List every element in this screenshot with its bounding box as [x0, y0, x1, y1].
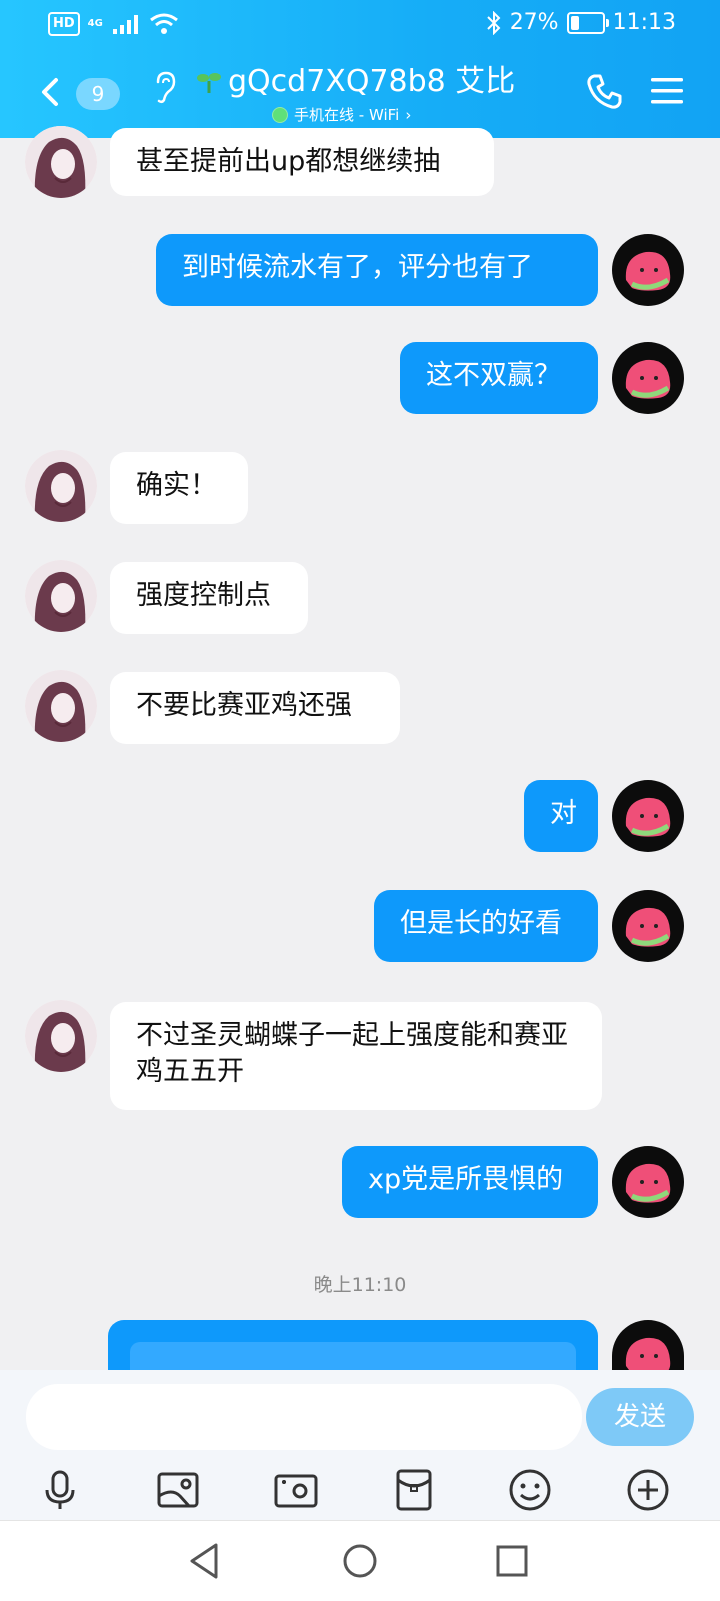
message-text: 不要比赛亚鸡还强 — [136, 690, 352, 721]
contact-avatar[interactable] — [25, 126, 97, 198]
hd-indicator: HD — [48, 12, 80, 36]
message-bubble[interactable]: 但是长的好看 — [374, 890, 598, 962]
back-arrow-icon[interactable] — [36, 72, 66, 112]
wifi-icon — [149, 13, 178, 34]
status-right: 27% 11:13 — [486, 10, 676, 35]
menu-icon[interactable] — [650, 76, 684, 106]
clock: 11:13 — [612, 10, 676, 35]
battery-percent: 27% — [509, 10, 559, 35]
contact-avatar[interactable] — [25, 1000, 97, 1072]
message-text: 强度控制点 — [136, 580, 271, 611]
red-packet-icon[interactable] — [390, 1466, 438, 1514]
ear-icon[interactable] — [152, 70, 178, 104]
message-bubble[interactable]: 对 — [524, 780, 598, 852]
card-inner — [130, 1342, 576, 1372]
message-bubble[interactable]: 到时候流水有了，评分也有了 — [156, 234, 598, 306]
my-avatar[interactable] — [612, 1320, 684, 1370]
sprout-icon — [197, 73, 221, 93]
status-bar: HD 4G 27% 11:13 — [0, 0, 720, 50]
message-bubble[interactable]: 确实！ — [110, 452, 248, 524]
message-bubble[interactable]: 强度控制点 — [110, 562, 308, 634]
contact-avatar[interactable] — [25, 450, 97, 522]
contact-title[interactable]: gQcd7XQ78b8 艾比 — [196, 64, 515, 100]
nav-back-icon[interactable] — [184, 1539, 228, 1583]
chat-header: HD 4G 27% 11:13 9 gQcd7XQ78b8 艾比 手机在线 - … — [0, 0, 720, 138]
my-avatar[interactable] — [612, 342, 684, 414]
nav-home-icon[interactable] — [338, 1539, 382, 1583]
message-text: xp党是所畏惧的 — [368, 1164, 564, 1195]
bluetooth-icon — [486, 10, 501, 35]
message-text: 这不双赢？ — [426, 360, 561, 391]
composer-toolbar — [0, 1460, 720, 1520]
system-nav-bar — [0, 1520, 720, 1601]
message-text: 对 — [550, 798, 577, 829]
chevron-right-icon: › — [405, 105, 412, 124]
card-message[interactable] — [108, 1320, 598, 1372]
message-text: 不过圣灵蝴蝶子一起上强度能和赛亚鸡五五开 — [136, 1020, 568, 1087]
message-text: 但是长的好看 — [400, 908, 562, 939]
message-text: 确实！ — [136, 470, 217, 501]
online-dot-icon — [272, 106, 288, 123]
camera-icon[interactable] — [272, 1466, 320, 1514]
message-text: 到时候流水有了，评分也有了 — [182, 252, 533, 283]
message-bubble[interactable]: 这不双赢？ — [400, 342, 598, 414]
my-avatar[interactable] — [612, 1146, 684, 1218]
network-type: 4G — [87, 18, 103, 29]
title-bar: 9 gQcd7XQ78b8 艾比 手机在线 - WiFi › — [0, 50, 720, 138]
my-avatar[interactable] — [612, 780, 684, 852]
online-status[interactable]: 手机在线 - WiFi › — [272, 104, 411, 125]
battery-icon — [566, 11, 609, 34]
image-icon[interactable] — [154, 1466, 202, 1514]
microphone-icon[interactable] — [36, 1466, 84, 1514]
message-timestamp: 晚上11:10 — [313, 1274, 407, 1296]
message-input[interactable] — [26, 1384, 582, 1450]
contact-name: gQcd7XQ78b8 艾比 — [228, 64, 516, 99]
message-bubble[interactable]: 甚至提前出up都想继续抽 — [110, 128, 494, 196]
contact-avatar[interactable] — [25, 670, 97, 742]
online-status-text: 手机在线 - WiFi — [294, 106, 400, 124]
signal-icon — [112, 15, 138, 34]
emoji-icon[interactable] — [506, 1466, 554, 1514]
message-text: 甚至提前出up都想继续抽 — [136, 146, 441, 177]
add-icon[interactable] — [624, 1466, 672, 1514]
message-bubble[interactable]: 不要比赛亚鸡还强 — [110, 672, 400, 744]
message-bubble[interactable]: 不过圣灵蝴蝶子一起上强度能和赛亚鸡五五开 — [110, 1002, 602, 1110]
my-avatar[interactable] — [612, 890, 684, 962]
nav-recents-icon[interactable] — [490, 1539, 534, 1583]
battery-level — [570, 15, 579, 30]
my-avatar[interactable] — [612, 234, 684, 306]
status-left: HD 4G — [48, 12, 179, 36]
contact-avatar[interactable] — [25, 560, 97, 632]
send-button[interactable]: 发送 — [586, 1388, 694, 1446]
phone-icon[interactable] — [584, 72, 624, 112]
message-bubble[interactable]: xp党是所畏惧的 — [342, 1146, 598, 1218]
unread-count-badge[interactable]: 9 — [76, 78, 120, 110]
composer: 发送 — [0, 1370, 720, 1520]
